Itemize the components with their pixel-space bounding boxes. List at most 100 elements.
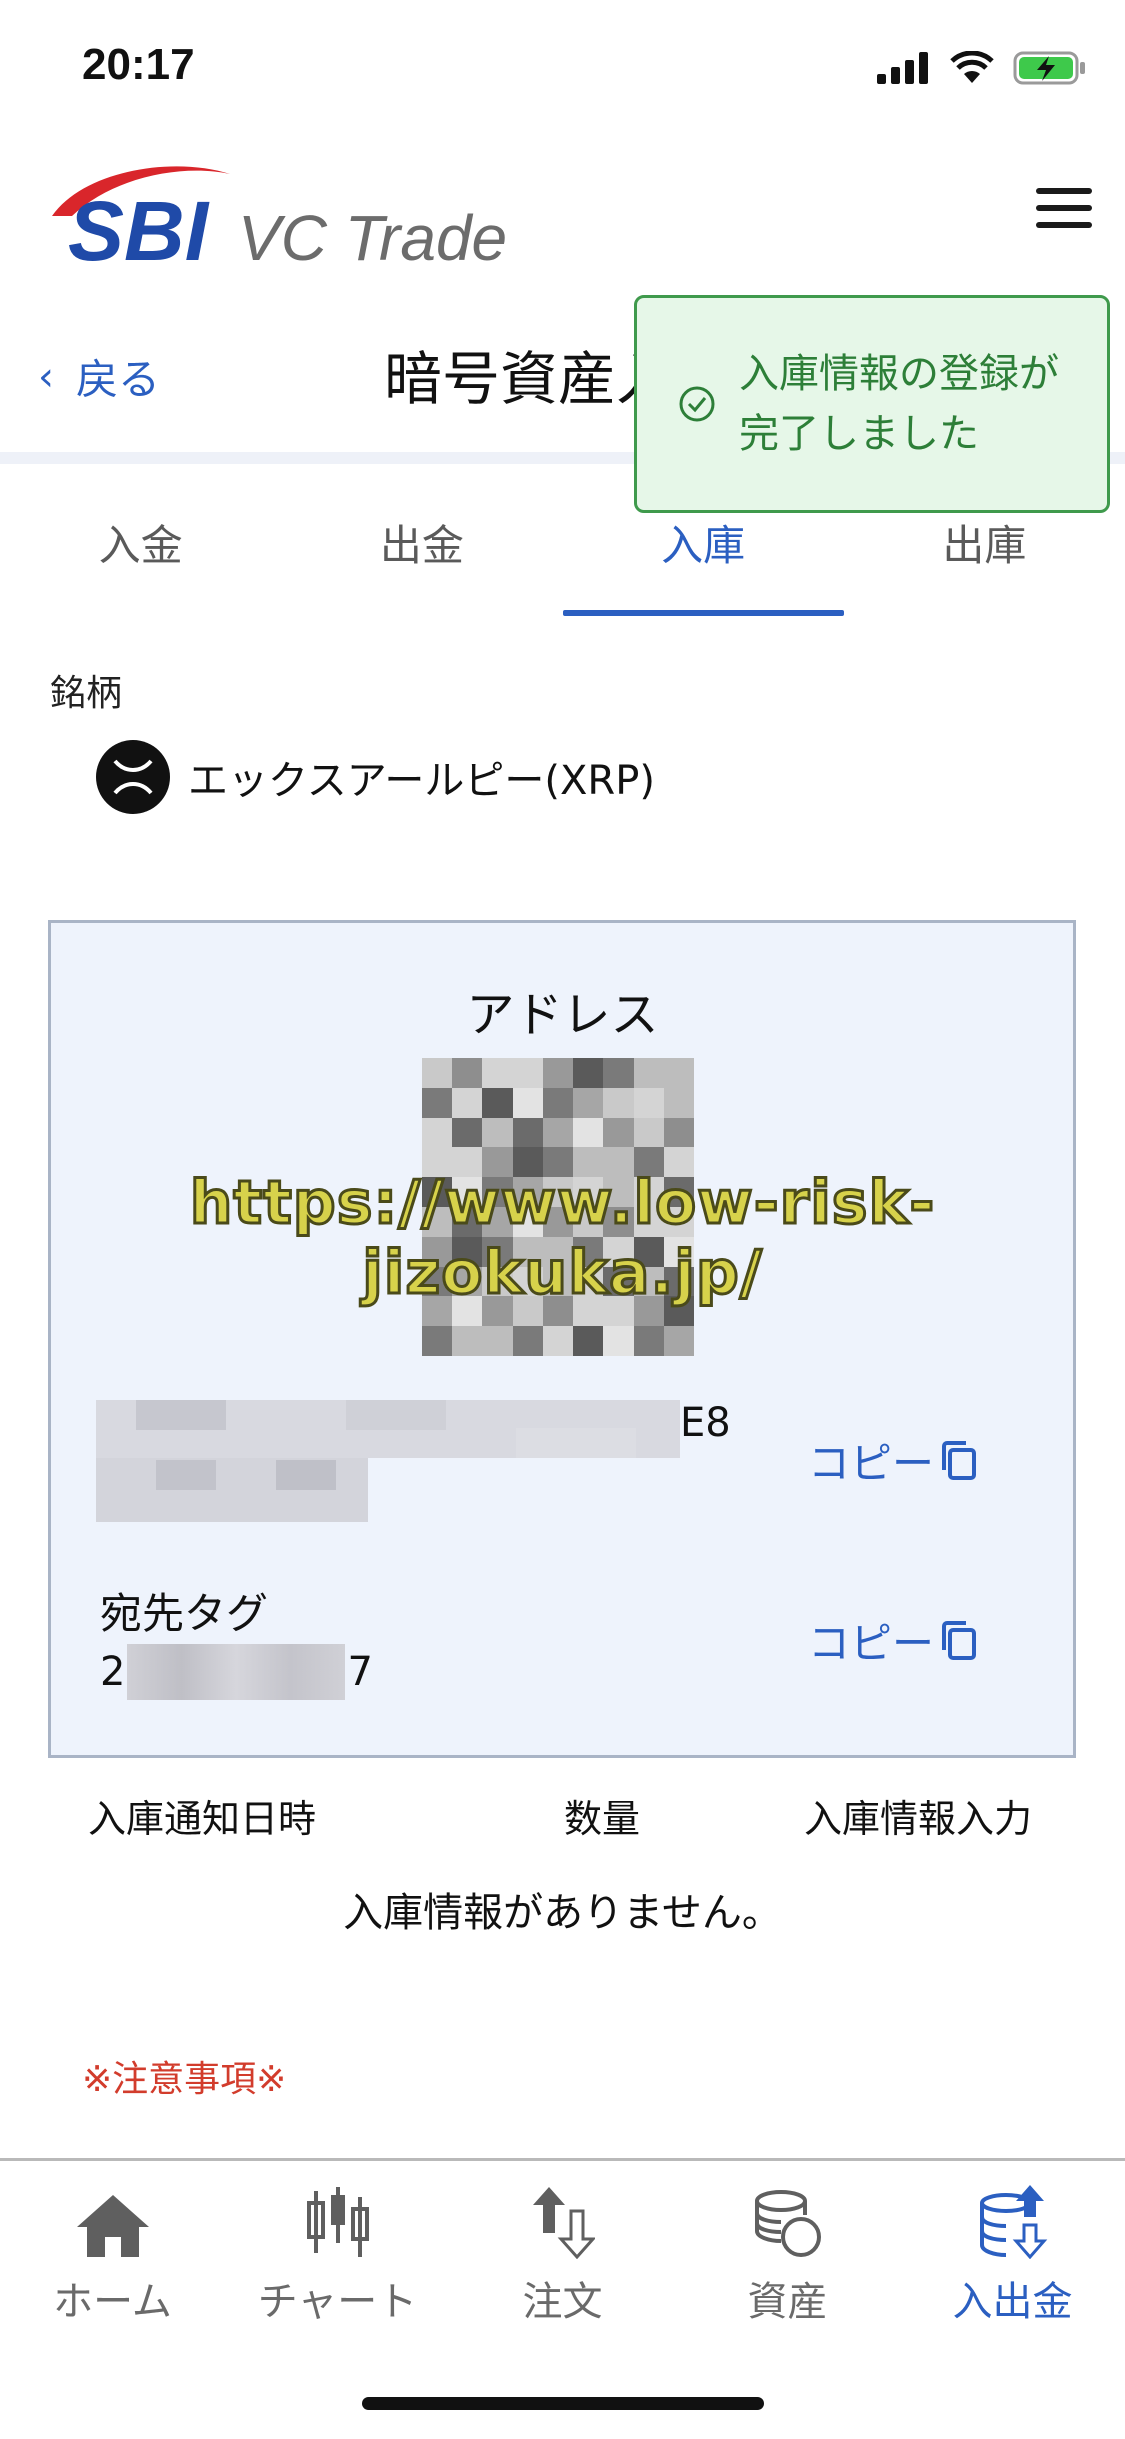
chevron-left-icon: ‹ (38, 353, 54, 400)
page-title: 暗号資産入 (384, 345, 675, 413)
svg-text:VC Trade: VC Trade (238, 202, 507, 274)
qr-pixel (422, 1117, 453, 1148)
qr-pixel (633, 1326, 664, 1356)
nav-deposit-withdraw[interactable]: 入出金 (900, 2183, 1125, 2327)
address-suffix: E8 (680, 1400, 731, 1446)
qr-pixel (603, 1117, 634, 1148)
status-icons (877, 46, 1087, 90)
logo-mark: SBI VC Trade (52, 166, 507, 278)
coin-name: エックスアールピー(XRP) (188, 758, 655, 804)
qr-pixel (512, 1326, 543, 1356)
brand-label: 銘柄 (50, 673, 123, 714)
check-circle-icon (679, 386, 715, 422)
column-header-input: 入庫情報入力 (804, 1797, 1033, 1841)
qr-pixel (633, 1058, 664, 1088)
tag-suffix: 7 (347, 1649, 373, 1695)
home-indicator[interactable] (362, 2397, 764, 2410)
qr-pixel (633, 1117, 664, 1148)
qr-pixel (542, 1326, 574, 1356)
toast-line-1: 入庫情報の登録が (739, 351, 1059, 397)
toast-line-2: 完了しました (739, 411, 979, 457)
qr-pixel (663, 1087, 694, 1118)
qr-pixel (422, 1326, 453, 1356)
qr-pixel (482, 1326, 513, 1356)
qr-pixel (482, 1058, 513, 1088)
qr-pixel (603, 1058, 634, 1088)
qr-pixel (452, 1117, 483, 1148)
toast-message: 入庫情報の登録が 完了しました (739, 344, 1079, 464)
qr-pixel (512, 1058, 543, 1088)
qr-pixel (663, 1058, 694, 1088)
qr-pixel (422, 1058, 453, 1088)
sbi-vc-trade-logo[interactable]: SBI VC Trade (44, 150, 524, 280)
qr-pixel (573, 1117, 604, 1148)
nav-label: 注文 (522, 2279, 603, 2325)
address-title: アドレス (466, 987, 659, 1043)
copy-address-button[interactable]: コピー (808, 1430, 980, 1491)
coins-icon (743, 2183, 833, 2259)
success-toast: 入庫情報の登録が 完了しました (634, 295, 1110, 513)
nav-home[interactable]: ホーム (0, 2183, 225, 2327)
qr-pixel (542, 1117, 574, 1148)
nav-label: ホーム (53, 2279, 172, 2325)
copy-tag-button[interactable]: コピー (808, 1610, 980, 1671)
watermark-url: https://www.low-risk-jizokuka.jp/ (188, 1167, 936, 1310)
tag-prefix: 2 (100, 1649, 126, 1695)
qr-pixel (603, 1326, 634, 1356)
column-header-date: 入庫通知日時 (88, 1797, 317, 1841)
qr-pixel (512, 1117, 543, 1148)
tab-send[interactable]: 出庫 (844, 500, 1125, 620)
address-value-blurred (96, 1400, 680, 1522)
nav-label: 資産 (747, 2279, 828, 2325)
copy-label: コピー (808, 1439, 935, 1488)
qr-pixel (663, 1117, 694, 1148)
qr-pixel (573, 1087, 604, 1118)
notice-link[interactable]: ※注意事項※ (82, 2050, 286, 2102)
qr-pixel (452, 1058, 483, 1088)
xrp-icon (96, 740, 170, 814)
copy-label: コピー (808, 1619, 935, 1668)
qr-pixel (452, 1326, 483, 1356)
back-button[interactable]: ‹ 戻る (38, 346, 160, 407)
candlestick-chart-icon (293, 2183, 383, 2259)
tab-bar: 入金 出金 入庫 出庫 (0, 500, 1125, 620)
svg-text:SBI: SBI (68, 184, 210, 278)
order-arrows-icon (518, 2183, 608, 2259)
nav-label: チャート (257, 2279, 418, 2325)
home-icon (68, 2183, 158, 2259)
nav-chart[interactable]: チャート (225, 2183, 450, 2327)
qr-pixel (482, 1117, 513, 1148)
battery-charging-icon (1013, 51, 1085, 85)
empty-history-message: 入庫情報がありません。 (343, 1890, 782, 1936)
deposit-withdraw-icon (968, 2183, 1058, 2259)
tab-receive[interactable]: 入庫 (562, 500, 845, 620)
wifi-icon (950, 51, 994, 83)
back-label: 戻る (76, 355, 161, 404)
qr-pixel (573, 1058, 604, 1088)
destination-tag-label: 宛先タグ (100, 1589, 269, 1638)
qr-pixel (422, 1087, 453, 1118)
qr-pixel (512, 1087, 543, 1118)
qr-pixel (542, 1058, 574, 1088)
qr-pixel (573, 1326, 604, 1356)
qr-pixel (633, 1087, 664, 1118)
status-time: 20:17 (82, 40, 195, 89)
nav-label: 入出金 (952, 2279, 1073, 2325)
qr-pixel (482, 1087, 513, 1118)
qr-pixel (542, 1087, 574, 1118)
qr-pixel (452, 1087, 483, 1118)
tag-blurred (127, 1644, 346, 1700)
copy-icon (942, 1440, 977, 1480)
copy-icon (942, 1620, 977, 1660)
qr-pixel (603, 1087, 634, 1118)
hamburger-menu-icon[interactable] (1036, 188, 1092, 232)
column-header-amount: 数量 (564, 1797, 641, 1841)
destination-tag-value: 2 7 (100, 1644, 373, 1700)
cellular-signal-icon (877, 52, 928, 84)
nav-assets[interactable]: 資産 (675, 2183, 900, 2327)
qr-pixel (663, 1326, 694, 1356)
tab-withdraw[interactable]: 出金 (281, 500, 562, 620)
nav-order[interactable]: 注文 (450, 2183, 675, 2327)
coin-selector[interactable]: エックスアールピー(XRP) (96, 740, 655, 814)
tab-deposit[interactable]: 入金 (0, 500, 281, 620)
